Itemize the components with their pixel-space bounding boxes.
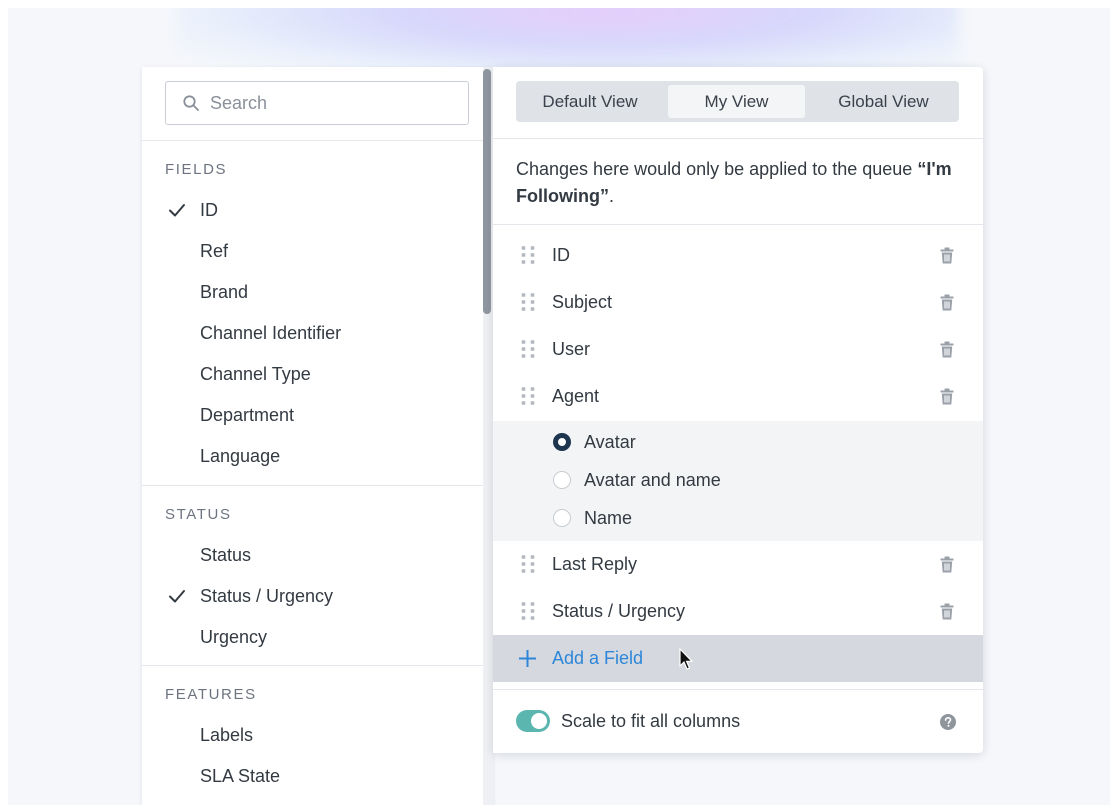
column-row[interactable]: Agent (493, 373, 983, 420)
checkmark-icon (169, 590, 185, 603)
drag-handle-icon[interactable] (521, 555, 535, 575)
view-tabs: Default View My View Global View (516, 81, 959, 122)
field-item-label: Department (200, 404, 295, 425)
radio-button[interactable] (553, 509, 571, 527)
field-item[interactable]: Ref (142, 233, 482, 269)
status-field-item[interactable]: Status (142, 537, 482, 573)
queue-scope-note: Changes here would only be applied to th… (516, 156, 956, 210)
trash-icon[interactable] (940, 294, 954, 311)
feature-field-item-label: Labels (200, 724, 254, 745)
scale-option-row: Scale to fit all columns (493, 689, 983, 753)
feature-field-item-label: SLA State (200, 765, 281, 786)
checkmark-icon (169, 204, 185, 217)
trash-icon[interactable] (940, 556, 954, 573)
plus-icon (519, 650, 536, 667)
field-picker-panel: FIELDS ID Ref Brand Channel Identifier Chann… (142, 67, 493, 805)
status-field-item-label: Status (200, 544, 252, 565)
trash-icon[interactable] (940, 341, 954, 358)
tab-my-view[interactable]: My View (668, 85, 805, 118)
divider (142, 140, 493, 141)
scale-toggle[interactable] (516, 710, 550, 732)
section-heading-fields: FIELDS (165, 161, 228, 178)
radio-button[interactable] (553, 471, 571, 489)
scrollbar-thumb[interactable] (483, 69, 491, 314)
field-item[interactable]: Department (142, 397, 482, 433)
status-field-item-label: Urgency (200, 626, 268, 647)
column-row[interactable]: User (493, 326, 983, 373)
trash-icon[interactable] (940, 388, 954, 405)
column-row[interactable]: Status / Urgency (493, 588, 983, 635)
field-item[interactable]: ID (142, 192, 482, 228)
note-text-end: . (608, 186, 614, 206)
field-item[interactable]: Channel Identifier (142, 315, 482, 351)
column-row[interactable]: Subject (493, 279, 983, 326)
tab-default-view[interactable]: Default View (520, 85, 660, 118)
help-icon[interactable] (940, 714, 956, 730)
feature-field-item[interactable]: Labels (142, 717, 482, 753)
drag-handle-icon[interactable] (521, 387, 535, 407)
status-field-item[interactable]: Urgency (142, 619, 482, 655)
agent-display-option[interactable]: Avatar (493, 423, 983, 461)
field-item[interactable]: Language (142, 438, 482, 474)
column-name: Subject (552, 292, 613, 312)
note-text: Changes here would only be applied to th… (516, 159, 918, 179)
field-item-label: Channel Identifier (200, 322, 342, 343)
field-item-label: ID (200, 199, 218, 220)
section-heading-status: STATUS (165, 506, 232, 523)
radio-label: Avatar and name (584, 469, 721, 490)
trash-icon[interactable] (940, 247, 954, 264)
status-field-item-label: Status / Urgency (200, 585, 334, 606)
radio-label: Name (584, 507, 633, 528)
column-name: ID (552, 245, 570, 265)
feature-field-item[interactable]: SLA State (142, 758, 482, 794)
divider (142, 485, 493, 486)
divider (493, 138, 983, 139)
field-item[interactable]: Brand (142, 274, 482, 310)
toggle-knob (531, 713, 547, 729)
scale-toggle-label: Scale to fit all columns (561, 711, 741, 731)
trash-icon[interactable] (940, 603, 954, 620)
column-row[interactable]: ID (493, 232, 983, 279)
radio-label: Avatar (584, 431, 636, 452)
field-item-label: Brand (200, 281, 249, 302)
column-row[interactable]: Last Reply (493, 541, 983, 588)
field-item[interactable]: Channel Type (142, 356, 482, 392)
add-field-button[interactable]: Add a Field (493, 635, 983, 682)
field-item-label: Language (200, 445, 281, 466)
add-field-label: Add a Field (552, 648, 644, 668)
radio-button[interactable] (553, 433, 571, 451)
section-heading-features: FEATURES (165, 686, 257, 703)
column-config-panel: Default View My View Global View Changes… (493, 67, 983, 753)
drag-handle-icon[interactable] (521, 602, 535, 622)
status-field-item[interactable]: Status / Urgency (142, 578, 482, 614)
field-item-label: Ref (200, 240, 229, 261)
agent-display-options: Avatar Avatar and name Name (493, 421, 983, 541)
drag-handle-icon[interactable] (521, 293, 535, 313)
divider (142, 665, 493, 666)
drag-handle-icon[interactable] (521, 340, 535, 360)
search-input[interactable] (210, 92, 460, 114)
search-box[interactable] (165, 81, 469, 125)
tab-global-view[interactable]: Global View (812, 85, 955, 118)
column-name: User (552, 339, 591, 359)
column-name: Status / Urgency (552, 601, 686, 621)
agent-display-option[interactable]: Name (493, 499, 983, 537)
agent-display-option[interactable]: Avatar and name (493, 461, 983, 499)
field-item-label: Channel Type (200, 363, 311, 384)
divider (493, 224, 983, 225)
column-name: Agent (552, 386, 600, 406)
mouse-cursor-icon (679, 648, 694, 670)
column-name: Last Reply (552, 554, 638, 574)
drag-handle-icon[interactable] (521, 246, 535, 266)
search-icon (183, 95, 199, 111)
